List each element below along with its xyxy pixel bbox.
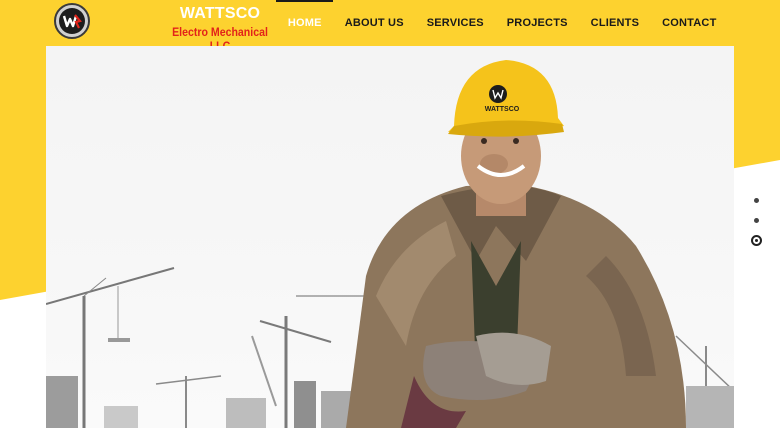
nav-contact[interactable]: CONTACT — [651, 0, 728, 46]
logo-icon[interactable] — [54, 3, 90, 39]
slider-dot-1[interactable] — [753, 198, 759, 203]
helmet-text: WATTSCO — [485, 106, 520, 113]
brand-name: WATTSCO — [179, 5, 261, 22]
nav-services[interactable]: SERVICES — [415, 0, 495, 46]
nav-home[interactable]: HOME — [276, 0, 334, 46]
slider-dot-3-active[interactable] — [750, 235, 762, 246]
slider-dots — [749, 198, 763, 261]
nav-clients[interactable]: CLIENTS — [579, 0, 650, 46]
main-nav: HOME ABOUT US SERVICES PROJECTS CLIENTS … — [276, 0, 728, 46]
hero-image: WATTSCO — [46, 60, 734, 428]
site-header: WATTSCO Electro Mechanical LLC HOME ABOU… — [0, 0, 780, 53]
nav-projects[interactable]: PROJECTS — [495, 0, 579, 46]
slider-dot-2[interactable] — [753, 218, 759, 223]
nav-about-us[interactable]: ABOUT US — [333, 0, 415, 46]
hero-slider: WATTSCO — [46, 46, 734, 428]
